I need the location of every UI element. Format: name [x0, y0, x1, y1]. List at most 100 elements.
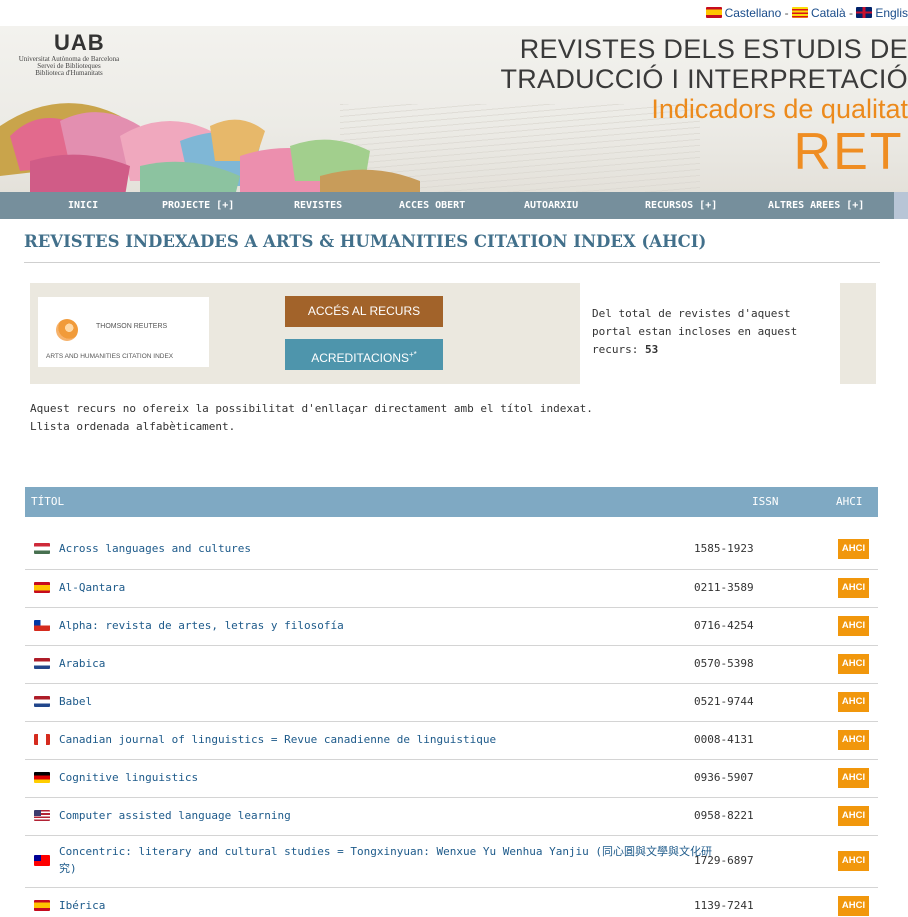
notes: Aquest recurs no ofereix la possibilitat…	[30, 400, 593, 436]
resource-info-text: Del total de revistes d'aquest portal es…	[592, 305, 832, 359]
info-count: 53	[644, 343, 659, 356]
uk-flag-icon	[856, 7, 873, 18]
journal-title-link[interactable]: Canadian journal of linguistics = Revue …	[59, 731, 496, 748]
ahci-badge[interactable]: AHCI	[838, 654, 869, 674]
uab-logo-line: Biblioteca d'Humanitats	[35, 69, 103, 77]
lang-separator: -	[845, 6, 857, 20]
journal-title-link[interactable]: Across languages and cultures	[59, 540, 251, 557]
nav-recursos[interactable]: RECURSOS [+]	[645, 192, 717, 219]
journal-title-link[interactable]: Computer assisted language learning	[59, 807, 291, 824]
netherlands-flag-icon	[34, 658, 50, 669]
note-line: Aquest recurs no ofereix la possibilitat…	[30, 402, 593, 415]
nav-end-cap	[894, 192, 908, 219]
issn-value: 0008-4131	[694, 733, 754, 746]
table-row: Babel 0521-9744 AHCI	[25, 683, 878, 722]
journal-title-link[interactable]: Concentric: literary and cultural studie…	[59, 843, 714, 877]
issn-value: 0570-5398	[694, 657, 754, 670]
accreditations-label: ACREDITACIONS	[311, 351, 409, 365]
issn-value: 0716-4254	[694, 619, 754, 632]
resource-panel: THOMSON REUTERS ARTS AND HUMANITIES CITA…	[30, 283, 876, 384]
table-row: Cognitive linguistics 0936-5907 AHCI	[25, 759, 878, 798]
column-header-title[interactable]: TÍTOL	[31, 487, 64, 517]
ahci-badge[interactable]: AHCI	[838, 730, 869, 750]
table-row: Arabica 0570-5398 AHCI	[25, 645, 878, 684]
site-subtitle: Indicadors de qualitat	[651, 94, 908, 124]
table-header: TÍTOL ISSN AHCI	[25, 487, 878, 517]
table-row: Al-Qantara 0211-3589 AHCI	[25, 569, 878, 608]
lang-separator: -	[781, 6, 792, 20]
catalonia-flag-icon	[791, 7, 808, 18]
journal-title-link[interactable]: Ibérica	[59, 897, 105, 914]
issn-value: 1585-1923	[694, 542, 754, 555]
journals-table: TÍTOL ISSN AHCI Across languages and cul…	[25, 487, 878, 916]
hungary-flag-icon	[34, 543, 50, 554]
nav-projecte[interactable]: PROJECTE [+]	[162, 192, 234, 219]
table-row: Across languages and cultures 1585-1923 …	[25, 517, 878, 570]
ahci-badge[interactable]: AHCI	[838, 616, 869, 636]
ahci-badge[interactable]: AHCI	[838, 578, 869, 598]
site-title-line2: TRADUCCIÓ I INTERPRETACIÓ	[500, 64, 908, 94]
nav-autoarxiu[interactable]: AUTOARXIU	[524, 192, 578, 219]
column-header-issn[interactable]: ISSN	[752, 487, 779, 517]
ahci-badge[interactable]: AHCI	[838, 692, 869, 712]
thomson-reuters-swirl-icon	[56, 319, 78, 341]
journal-title-link[interactable]: Cognitive linguistics	[59, 769, 198, 786]
nav-inici[interactable]: INICI	[68, 192, 98, 219]
access-resource-button[interactable]: ACCÉS AL RECURS	[285, 296, 443, 327]
site-acronym: RETI	[793, 123, 908, 181]
spain-flag-icon	[34, 900, 50, 911]
table-row: Computer assisted language learning 0958…	[25, 797, 878, 836]
spain-flag-icon	[34, 582, 50, 593]
issn-value: 0936-5907	[694, 771, 754, 784]
ahci-badge[interactable]: AHCI	[838, 806, 869, 826]
journal-title-link[interactable]: Al-Qantara	[59, 579, 125, 596]
resource-info-box: Del total de revistes d'aquest portal es…	[580, 283, 840, 384]
accreditations-button[interactable]: ACREDITACIONS+*	[285, 339, 443, 370]
site-title-line1: REVISTES DELS ESTUDIS DE	[519, 34, 908, 64]
journal-title-link[interactable]: Alpha: revista de artes, letras y filoso…	[59, 617, 344, 634]
journal-title-link[interactable]: Babel	[59, 693, 92, 710]
journal-title-link[interactable]: Arabica	[59, 655, 105, 672]
nav-revistes[interactable]: REVISTES	[294, 192, 342, 219]
lang-english-link[interactable]: Englis	[875, 6, 908, 20]
letters-collage-image	[0, 103, 420, 192]
title-divider	[24, 262, 880, 263]
netherlands-flag-icon	[34, 696, 50, 707]
issn-value: 0521-9744	[694, 695, 754, 708]
canada-flag-icon	[34, 734, 50, 745]
logo-brand-text: THOMSON REUTERS	[96, 323, 168, 330]
ahci-badge[interactable]: AHCI	[838, 851, 869, 871]
nav-altres-arees[interactable]: ALTRES AREES [+]	[768, 192, 864, 219]
table-row: Alpha: revista de artes, letras y filoso…	[25, 607, 878, 646]
lang-castellano-link[interactable]: Castellano	[725, 6, 782, 20]
ahci-badge[interactable]: AHCI	[838, 539, 869, 559]
accreditations-superscript: +*	[409, 350, 417, 359]
access-resource-label: ACCÉS AL RECURS	[307, 304, 421, 318]
spain-flag-icon	[705, 7, 722, 18]
issn-value: 1139-7241	[694, 899, 754, 912]
language-switcher: Castellano - Català - Englis	[705, 6, 908, 20]
site-header-banner: UAB Universitat Autònoma de Barcelona Se…	[0, 26, 908, 192]
info-text: Del total de revistes d'aquest portal es…	[592, 307, 798, 356]
page-title: REVISTES INDEXADES A ARTS & HUMANITIES C…	[24, 232, 707, 251]
ahci-badge[interactable]: AHCI	[838, 896, 869, 916]
lang-catala-link[interactable]: Català	[811, 6, 846, 20]
table-row: Canadian journal of linguistics = Revue …	[25, 721, 878, 760]
table-row: Ibérica 1139-7241 AHCI	[25, 887, 878, 917]
issn-value: 0211-3589	[694, 581, 754, 594]
logo-subtitle-text: ARTS AND HUMANITIES CITATION INDEX	[46, 353, 174, 360]
table-row: Concentric: literary and cultural studie…	[25, 835, 878, 888]
chile-flag-icon	[34, 620, 50, 631]
main-nav: INICI PROJECTE [+] REVISTES ACCES OBERT …	[0, 192, 908, 219]
uab-logo[interactable]: UAB Universitat Autònoma de Barcelona Se…	[14, 30, 124, 77]
ahci-badge[interactable]: AHCI	[838, 768, 869, 788]
column-header-ahci[interactable]: AHCI	[836, 487, 863, 517]
usa-flag-icon	[34, 810, 50, 821]
germany-flag-icon	[34, 772, 50, 783]
thomson-reuters-logo: THOMSON REUTERS ARTS AND HUMANITIES CITA…	[38, 297, 209, 367]
issn-value: 0958-8221	[694, 809, 754, 822]
nav-acces-obert[interactable]: ACCES OBERT	[399, 192, 465, 219]
note-line: Llista ordenada alfabèticament.	[30, 420, 236, 433]
taiwan-flag-icon	[34, 855, 50, 866]
issn-value: 1729-6897	[694, 854, 754, 867]
